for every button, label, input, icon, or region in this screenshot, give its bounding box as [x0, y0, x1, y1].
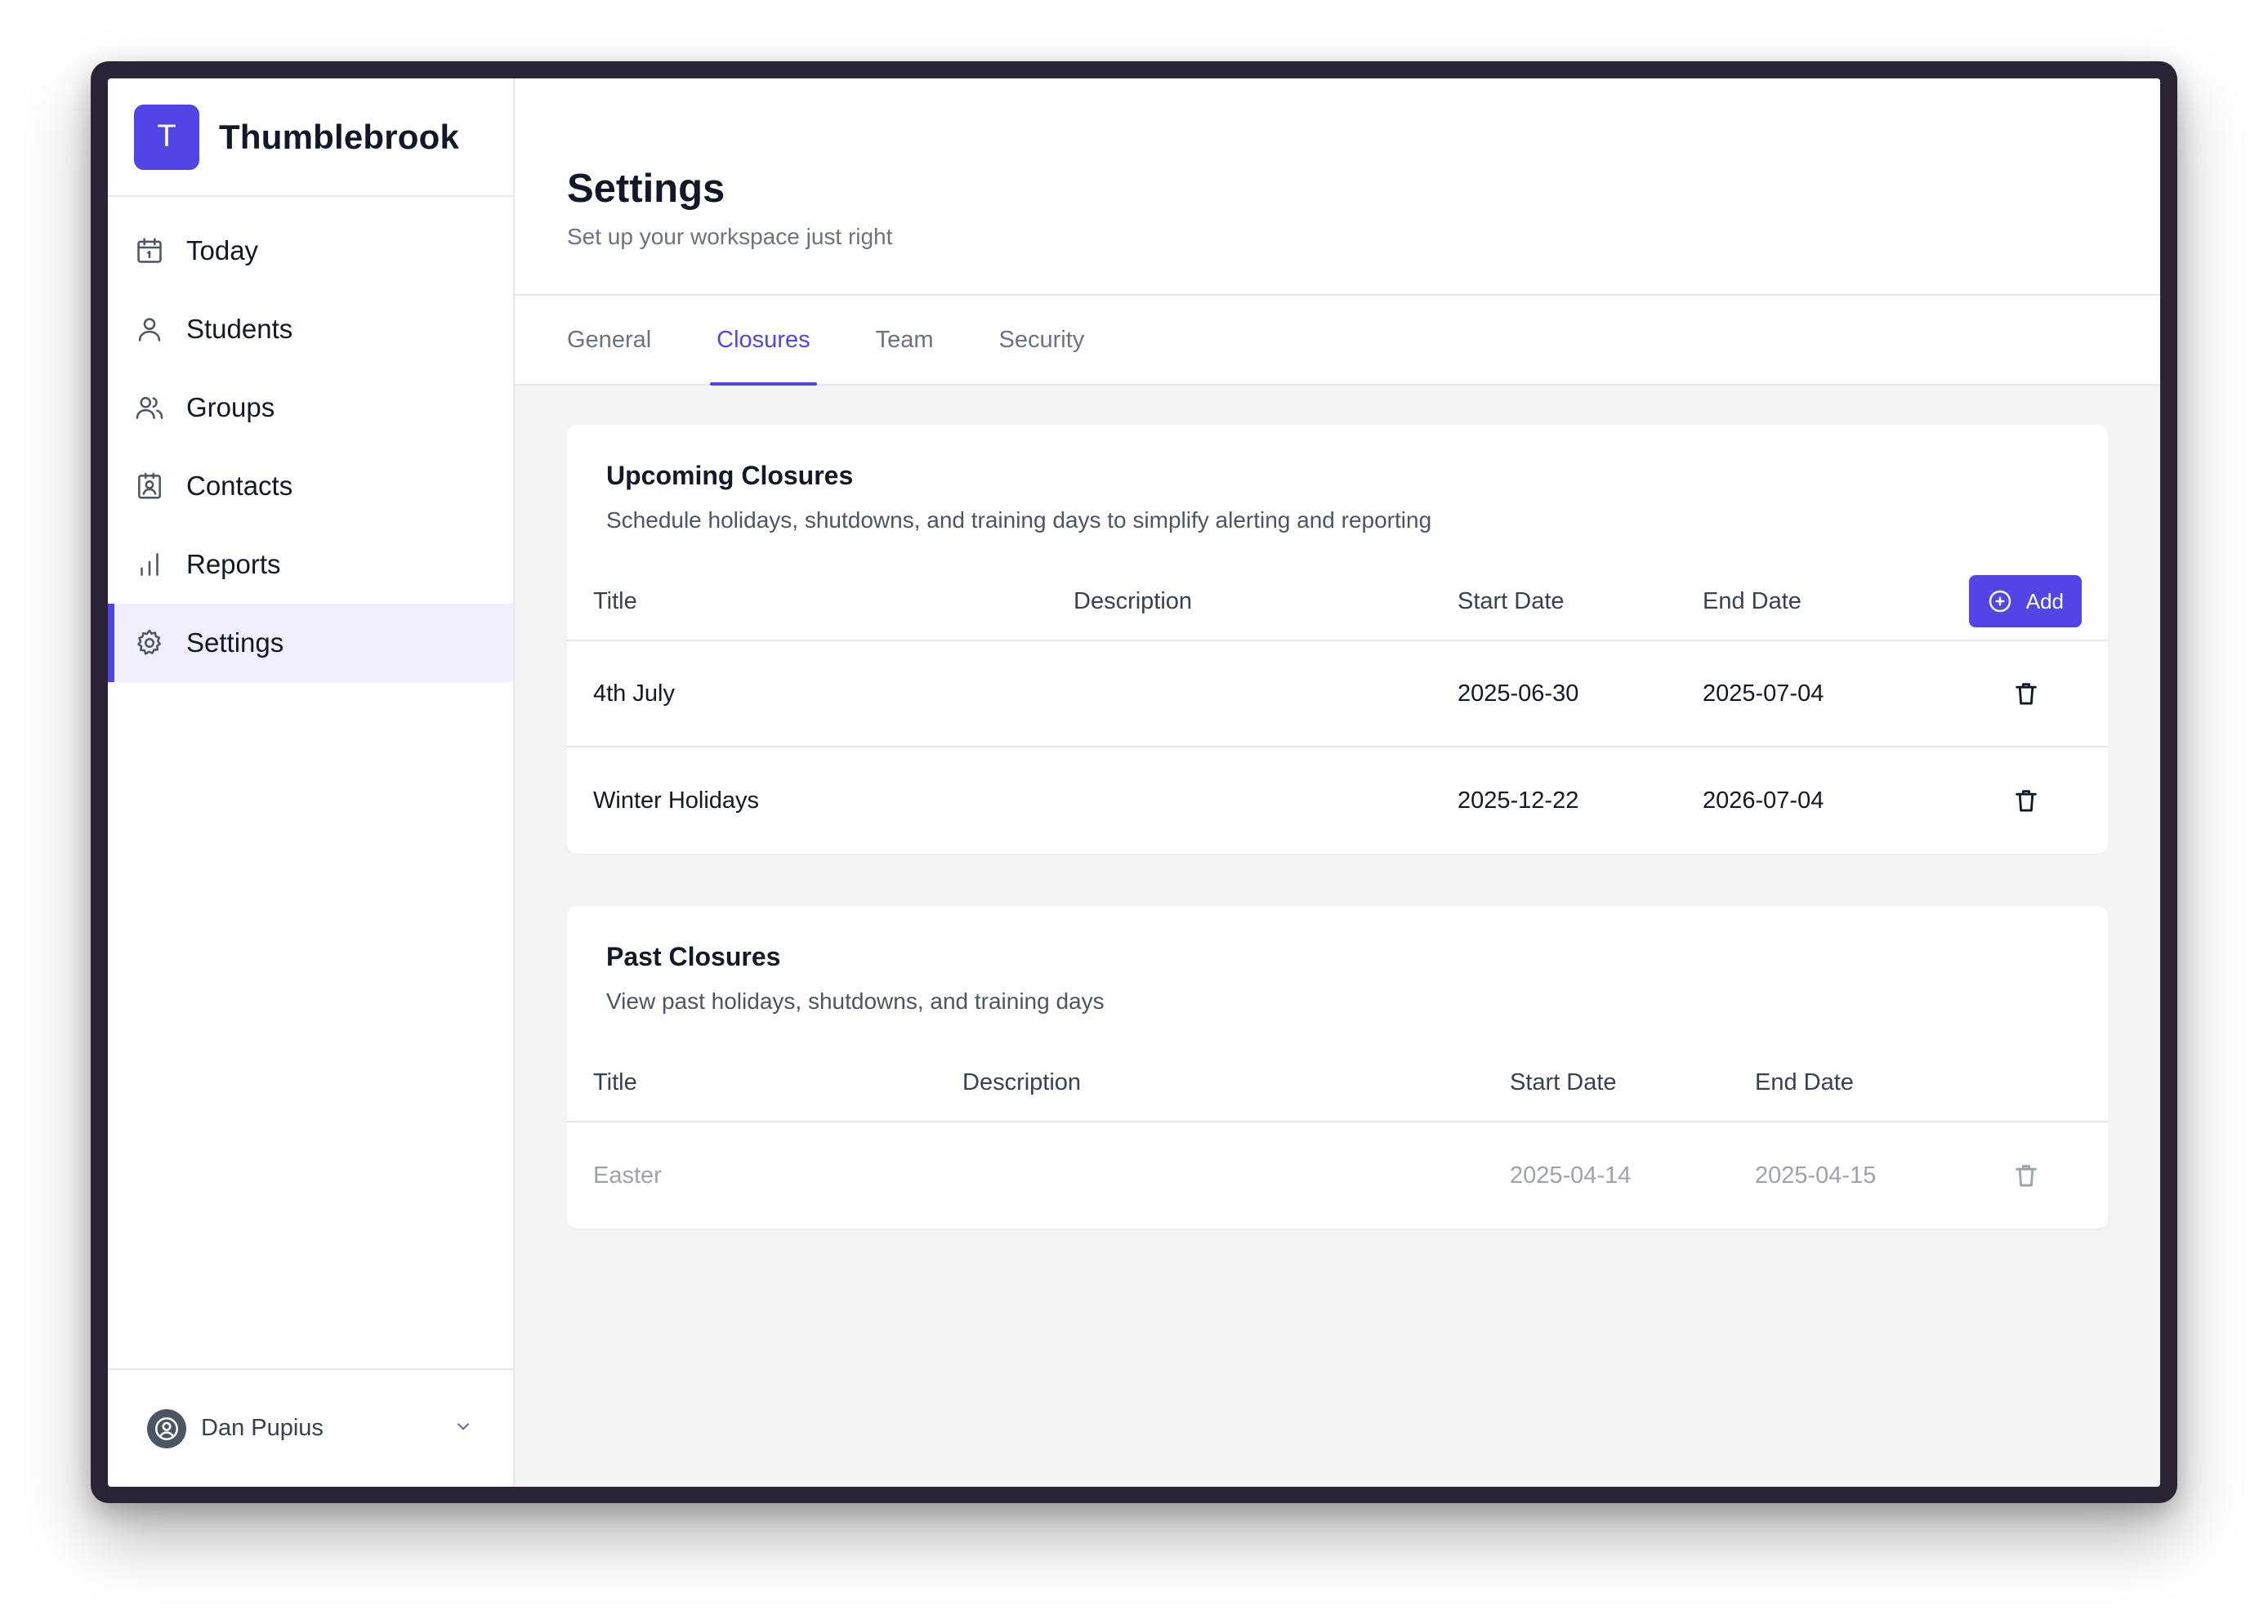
- tab-team[interactable]: Team: [869, 296, 940, 384]
- tab-closures[interactable]: Closures: [710, 296, 818, 386]
- sidebar: T Thumblebrook Today Students Groups Con…: [108, 78, 515, 1487]
- card-title: Past Closures: [606, 942, 781, 971]
- closures-content: Upcoming Closures Schedule holidays, shu…: [515, 386, 2160, 1281]
- closure-end-date: 2025-07-04: [1703, 680, 1824, 707]
- card-description: View past holidays, shutdowns, and train…: [606, 988, 1105, 1014]
- contact-card-icon: [134, 471, 165, 502]
- sidebar-item-label: Groups: [186, 392, 275, 422]
- user-icon: [134, 314, 165, 345]
- user-circle-icon: [154, 1417, 179, 1440]
- closure-start-date: 2025-06-30: [1458, 680, 1579, 707]
- table-header: Title Description Start Date End Date Ad…: [567, 563, 2108, 641]
- sidebar-item-label: Today: [186, 235, 259, 265]
- chevron-down-icon[interactable]: [453, 1416, 474, 1441]
- table-row[interactable]: 4th July 2025-06-30 2025-07-04: [567, 641, 2108, 747]
- sidebar-item-label: Contacts: [186, 471, 293, 501]
- sidebar-item-label: Reports: [186, 549, 281, 579]
- add-button-label: Add: [2025, 588, 2064, 613]
- settings-tabs: General Closures Team Security: [515, 296, 2160, 386]
- trash-icon[interactable]: [2000, 680, 2052, 707]
- user-menu[interactable]: Dan Pupius: [108, 1368, 513, 1487]
- table-header: Title Description Start Date End Date: [567, 1044, 2108, 1122]
- closure-title: Winter Holidays: [593, 787, 760, 814]
- user-name: Dan Pupius: [201, 1415, 324, 1441]
- table-row[interactable]: Winter Holidays 2025-12-22 2026-07-04: [567, 747, 2108, 854]
- sidebar-item-settings[interactable]: Settings: [108, 604, 513, 682]
- page-header: Settings Set up your workspace just righ…: [515, 78, 2160, 296]
- tab-security[interactable]: Security: [993, 296, 1092, 384]
- trash-icon[interactable]: [2000, 787, 2052, 814]
- plus-circle-icon: [1989, 590, 2011, 613]
- closure-title: Easter: [593, 1162, 662, 1189]
- closure-title: 4th July: [593, 680, 675, 707]
- sidebar-item-groups[interactable]: Groups: [108, 368, 513, 447]
- sidebar-item-today[interactable]: Today: [108, 212, 513, 290]
- closure-end-date: 2026-07-04: [1703, 787, 1824, 814]
- tab-general[interactable]: General: [560, 296, 658, 384]
- column-header-start-date: Start Date: [1458, 587, 1565, 614]
- past-closures-card: Past Closures View past holidays, shutdo…: [567, 906, 2108, 1229]
- sidebar-item-reports[interactable]: Reports: [108, 525, 513, 604]
- calendar-icon: [134, 235, 165, 266]
- page-title: Settings: [567, 167, 725, 211]
- card-title: Upcoming Closures: [606, 461, 854, 490]
- closure-end-date: 2025-04-15: [1755, 1162, 1877, 1189]
- brand-logo[interactable]: T: [134, 104, 199, 170]
- card-description: Schedule holidays, shutdowns, and traini…: [606, 507, 1432, 533]
- column-header-title: Title: [593, 587, 637, 614]
- brand-name: Thumblebrook: [219, 117, 460, 156]
- bar-chart-icon: [134, 549, 165, 580]
- sidebar-item-label: Students: [186, 314, 293, 344]
- column-header-start-date: Start Date: [1510, 1069, 1617, 1095]
- sidebar-item-label: Settings: [186, 627, 284, 658]
- gear-icon: [134, 627, 165, 658]
- main-content: Settings Set up your workspace just righ…: [515, 78, 2160, 1487]
- users-icon: [134, 392, 165, 423]
- closure-start-date: 2025-12-22: [1458, 787, 1579, 814]
- sidebar-item-contacts[interactable]: Contacts: [108, 447, 513, 525]
- sidebar-item-students[interactable]: Students: [108, 290, 513, 368]
- avatar: [147, 1408, 186, 1448]
- closure-start-date: 2025-04-14: [1510, 1162, 1632, 1189]
- page-subtitle: Set up your workspace just right: [567, 224, 893, 249]
- trash-icon[interactable]: [2000, 1162, 2052, 1189]
- app-window: T Thumblebrook Today Students Groups Con…: [108, 78, 2160, 1487]
- column-header-description: Description: [962, 1069, 1082, 1095]
- table-row[interactable]: Easter 2025-04-14 2025-04-15: [567, 1122, 2108, 1229]
- column-header-end-date: End Date: [1703, 587, 1801, 614]
- sidebar-nav: Today Students Groups Contacts Reports S…: [108, 197, 513, 1368]
- column-header-description: Description: [1074, 587, 1193, 614]
- column-header-end-date: End Date: [1755, 1069, 1854, 1095]
- upcoming-closures-card: Upcoming Closures Schedule holidays, shu…: [567, 425, 2108, 854]
- add-closure-button[interactable]: Add: [1968, 575, 2082, 627]
- brand: T Thumblebrook: [108, 78, 513, 197]
- column-header-title: Title: [593, 1069, 637, 1095]
